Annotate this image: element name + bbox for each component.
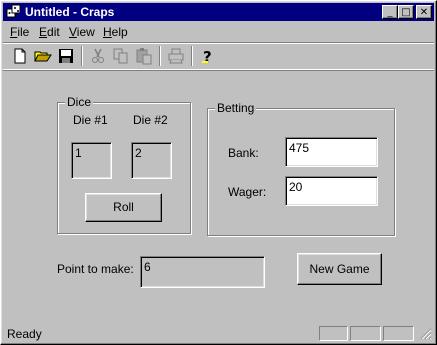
menu-edit[interactable]: Edit (39, 25, 60, 39)
toolbar-separator (159, 46, 161, 66)
status-pane (319, 326, 348, 341)
wager-label: Wager: (228, 185, 267, 199)
point-label: Point to make: (57, 262, 134, 276)
status-pane (350, 326, 381, 341)
betting-group-title: Betting (215, 101, 257, 115)
minimize-button[interactable]: _ (382, 5, 398, 19)
toolbar-separator (81, 46, 83, 66)
menu-view[interactable]: View (69, 25, 95, 39)
main-window: Untitled - Craps _ □ ✕ File Edit View He… (0, 0, 437, 345)
maximize-button[interactable]: □ (398, 5, 414, 19)
title-bar[interactable]: Untitled - Craps _ □ ✕ (3, 3, 434, 21)
menu-file[interactable]: File (10, 25, 29, 39)
bank-label: Bank: (228, 146, 259, 160)
die1-value: 1 (71, 142, 112, 179)
toolbar-separator (191, 46, 193, 66)
wager-field[interactable]: 20 (285, 176, 378, 206)
paste-icon[interactable] (134, 46, 154, 66)
die2-label: Die #2 (133, 113, 168, 127)
toolbar: ? (3, 42, 434, 70)
status-pane (383, 326, 414, 341)
status-bar: Ready (3, 325, 434, 342)
die2-value: 2 (131, 142, 172, 179)
dice-group-title: Dice (65, 95, 94, 109)
status-text: Ready (7, 327, 42, 341)
open-folder-icon[interactable] (33, 46, 53, 66)
point-value: 6 (140, 256, 265, 288)
save-icon[interactable] (56, 46, 76, 66)
resize-grip-icon[interactable] (420, 328, 432, 340)
copy-icon[interactable] (111, 46, 131, 66)
roll-button[interactable]: Roll (85, 193, 162, 222)
new-game-button[interactable]: New Game (297, 253, 382, 285)
new-file-icon[interactable] (10, 46, 30, 66)
bank-field[interactable]: 475 (285, 137, 378, 167)
window-title: Untitled - Craps (25, 5, 115, 19)
client-area: Dice Die #1 Die #2 1 2 Roll Betting Bank… (3, 70, 434, 323)
help-icon[interactable]: ? (197, 46, 217, 66)
menu-help[interactable]: Help (103, 25, 128, 39)
dice-group: Dice Die #1 Die #2 1 2 Roll (57, 95, 191, 234)
dice-app-icon (6, 4, 21, 18)
cut-icon[interactable] (88, 46, 108, 66)
die1-label: Die #1 (73, 113, 108, 127)
close-button[interactable]: ✕ (416, 5, 432, 19)
print-icon[interactable] (166, 46, 186, 66)
menu-bar: File Edit View Help (3, 23, 434, 41)
svg-text:?: ? (203, 48, 212, 66)
betting-group: Betting Bank: 475 Wager: 20 (207, 101, 395, 236)
